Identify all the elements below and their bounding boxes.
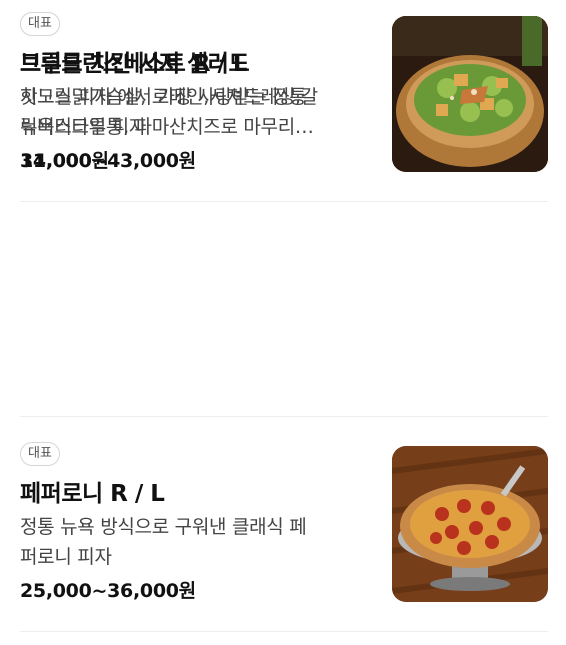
menu-item-pepperoni[interactable]: 대표 페퍼로니 R / L 정통 뉴욕 방식으로 구워낸 클래식 페 퍼로니 피… bbox=[0, 430, 566, 645]
menu-item-title: 그릴드 치킨 시저 셀러드 bbox=[20, 51, 250, 77]
menu-item-title: 페퍼로니 R / L bbox=[20, 481, 165, 507]
signature-badge: 대표 bbox=[20, 442, 60, 466]
menu-item-grilled-chicken-caesar-salad[interactable]: 대표 그릴드 치킨 시저 셀러드 핫그릴닭가슴살, 로메인,시져드레싱,갈 릭버… bbox=[0, 0, 566, 215]
description-line: 릭버터크루통, 파마산치즈로 마무리… bbox=[20, 116, 314, 138]
menu-item-description: 핫그릴닭가슴살, 로메인,시져드레싱,갈 릭버터크루통, 파마산치즈로 마무리… bbox=[20, 82, 370, 142]
signature-badge: 대표 bbox=[20, 12, 60, 36]
description-line: 퍼로니 피자 bbox=[20, 546, 112, 568]
divider bbox=[20, 416, 548, 417]
menu-item-price: 25,000~36,000원 bbox=[20, 580, 196, 602]
pepperoni-pizza-photo bbox=[392, 446, 548, 602]
menu-item-description: 정통 뉴욕 방식으로 구워낸 클래식 페 퍼로니 피자 bbox=[20, 512, 370, 572]
chicken-caesar-salad-photo bbox=[392, 16, 548, 172]
menu-item-price: 14,000원 bbox=[20, 150, 109, 172]
divider bbox=[20, 631, 548, 632]
description-line: 핫그릴닭가슴살, 로메인,시져드레싱,갈 bbox=[20, 86, 318, 108]
description-line: 정통 뉴욕 방식으로 구워낸 클래식 페 bbox=[20, 516, 307, 538]
